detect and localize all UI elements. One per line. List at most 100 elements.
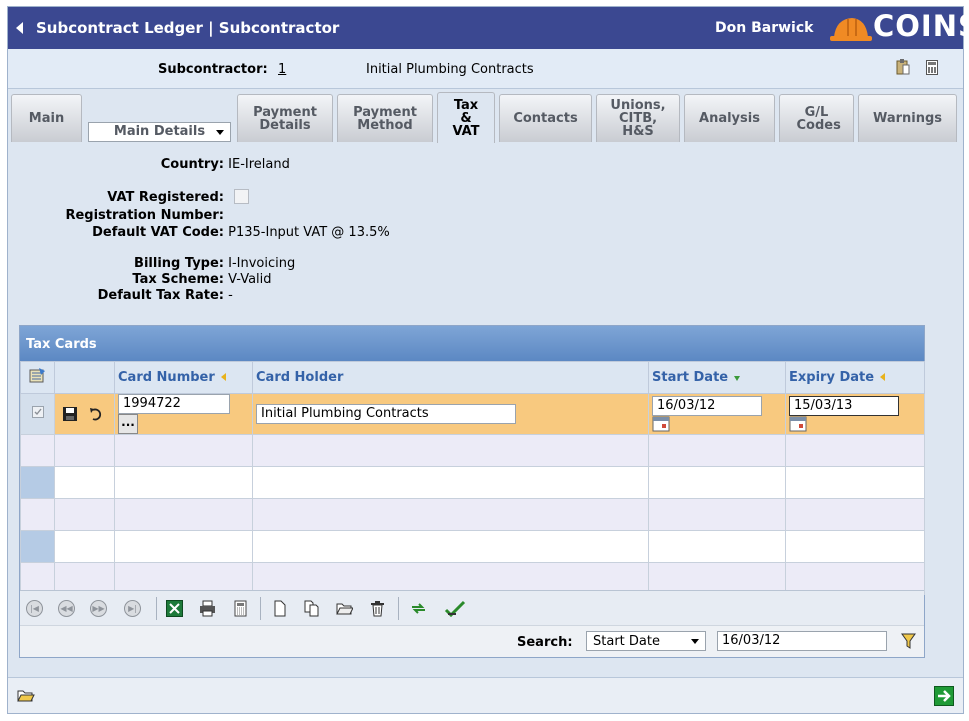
table-row[interactable] <box>20 498 925 531</box>
save-icon[interactable] <box>62 406 78 422</box>
next-arrow-icon[interactable] <box>934 686 954 706</box>
card-number-input[interactable]: 1994722 <box>118 394 230 414</box>
expiry-date-input[interactable]: 15/03/13 <box>789 396 899 416</box>
tab-payment-method[interactable]: Payment Method <box>337 94 433 142</box>
card-holder-input[interactable]: Initial Plumbing Contracts <box>256 404 516 424</box>
tab-unions-citb-hs[interactable]: Unions, CITB, H&S <box>596 94 680 142</box>
tab-label: G/L Codes <box>796 104 841 133</box>
card-holder-cell: Initial Plumbing Contracts <box>252 393 649 435</box>
grid-header-actions <box>54 361 115 394</box>
tab-label: Analysis <box>699 111 760 126</box>
col-card-holder[interactable]: Card Holder <box>252 361 649 394</box>
view-select[interactable]: Main Details <box>88 122 231 142</box>
row-select-cell[interactable] <box>20 530 55 563</box>
table-row[interactable] <box>20 434 925 467</box>
refresh-icon[interactable] <box>410 600 427 617</box>
tab-label: Payment Details <box>253 104 317 133</box>
search-input[interactable]: 16/03/12 <box>717 631 887 651</box>
default-tax-rate-value: - <box>228 288 233 303</box>
logo-text: COINS <box>873 9 969 43</box>
tax-scheme-label: Tax Scheme: <box>132 272 224 287</box>
undo-icon[interactable] <box>88 406 104 422</box>
toolbar-divider <box>156 597 157 620</box>
billing-type-row: Billing Type: I-Invoicing <box>8 256 295 271</box>
empty-cell <box>252 530 649 563</box>
col-expiry-date-label: Expiry Date <box>789 370 875 385</box>
table-row[interactable]: 1994722 ... Initial Plumbing Contracts 1… <box>20 393 925 435</box>
grid-header-row: Card Number Card Holder Start Date Expir… <box>20 361 925 394</box>
billing-type-label: Billing Type: <box>134 256 224 271</box>
row-select-cell[interactable] <box>20 466 55 499</box>
toolbar-divider <box>398 597 399 620</box>
sort-arrow-icon <box>220 373 226 381</box>
back-arrow-icon[interactable] <box>16 22 23 34</box>
tab-gl-codes[interactable]: G/L Codes <box>779 94 854 142</box>
col-card-number-label: Card Number <box>118 370 215 385</box>
excel-export-icon[interactable] <box>166 600 183 617</box>
tab-warnings[interactable]: Warnings <box>858 94 957 142</box>
tab-payment-details[interactable]: Payment Details <box>237 94 333 142</box>
validate-icon[interactable] <box>444 600 466 617</box>
open-folder-icon[interactable] <box>336 600 353 617</box>
search-bar: Search: Start Date 16/03/12 <box>20 625 924 657</box>
col-expiry-date[interactable]: Expiry Date <box>785 361 925 394</box>
clipboard-icon[interactable] <box>896 59 910 75</box>
vat-registered-checkbox[interactable] <box>234 189 249 204</box>
tab-contacts[interactable]: Contacts <box>499 94 592 142</box>
table-row[interactable] <box>20 530 925 563</box>
start-date-input[interactable]: 16/03/12 <box>652 396 762 416</box>
vat-registered-row: VAT Registered: <box>8 190 224 205</box>
open-folder-icon[interactable] <box>17 688 35 703</box>
col-card-number[interactable]: Card Number <box>114 361 253 394</box>
title-bar: Subcontract Ledger | Subcontractor Don B… <box>8 7 969 49</box>
empty-cell <box>54 466 115 499</box>
row-select-cell[interactable] <box>20 434 55 467</box>
tab-strip: Main Main Details Payment Details Paymen… <box>8 90 963 143</box>
tab-analysis[interactable]: Analysis <box>684 94 775 142</box>
calendar-icon[interactable] <box>652 416 670 432</box>
row-select-cell[interactable] <box>20 498 55 531</box>
grid-toolbar: |◀ ◀◀ ▶▶ ▶| <box>20 590 924 625</box>
record-bar: Subcontractor: 1 Initial Plumbing Contra… <box>8 49 963 89</box>
row-select-cell[interactable] <box>20 393 55 435</box>
empty-cell <box>252 434 649 467</box>
copy-record-icon[interactable] <box>303 600 320 617</box>
calendar-icon[interactable] <box>789 416 807 432</box>
tab-tax-vat[interactable]: Tax & VAT <box>437 92 495 143</box>
empty-cell <box>785 434 925 467</box>
checkbox-checked-icon[interactable] <box>31 406 44 418</box>
table-row[interactable] <box>20 466 925 499</box>
hard-hat-icon <box>830 18 872 41</box>
subcontractor-name: Initial Plumbing Contracts <box>366 62 534 77</box>
card-number-lookup-button[interactable]: ... <box>118 414 138 434</box>
subcontractor-code-link[interactable]: 1 <box>278 62 286 77</box>
search-field-select[interactable]: Start Date <box>586 631 706 651</box>
tab-main[interactable]: Main <box>11 94 82 142</box>
last-page-icon[interactable]: ▶| <box>124 600 141 617</box>
print-icon[interactable] <box>199 600 216 617</box>
default-vat-code-row: Default VAT Code: P135-Input VAT @ 13.5% <box>8 225 390 240</box>
grid-options-icon[interactable] <box>29 367 47 384</box>
empty-cell <box>54 530 115 563</box>
tax-cards-grid: Card Number Card Holder Start Date Expir… <box>20 361 925 595</box>
calculator-icon[interactable] <box>232 600 249 617</box>
first-page-icon[interactable]: |◀ <box>26 600 43 617</box>
calculator-icon[interactable] <box>926 60 938 75</box>
col-start-date[interactable]: Start Date <box>648 361 786 394</box>
country-label: Country: <box>160 157 224 172</box>
default-tax-rate-label: Default Tax Rate: <box>97 288 224 303</box>
card-number-cell: 1994722 ... <box>114 393 253 435</box>
filter-icon[interactable] <box>901 633 916 650</box>
delete-icon[interactable] <box>369 600 386 617</box>
next-page-icon[interactable]: ▶▶ <box>90 600 107 617</box>
vat-registered-label: VAT Registered: <box>107 190 224 205</box>
billing-type-value: I-Invoicing <box>228 256 296 271</box>
user-name[interactable]: Don Barwick <box>715 20 813 36</box>
new-record-icon[interactable] <box>271 600 288 617</box>
empty-cell <box>785 466 925 499</box>
country-value: IE-Ireland <box>228 157 290 172</box>
default-vat-code-label: Default VAT Code: <box>92 225 224 240</box>
search-label: Search: <box>517 635 573 650</box>
prev-page-icon[interactable]: ◀◀ <box>58 600 75 617</box>
sort-desc-icon <box>734 376 741 381</box>
